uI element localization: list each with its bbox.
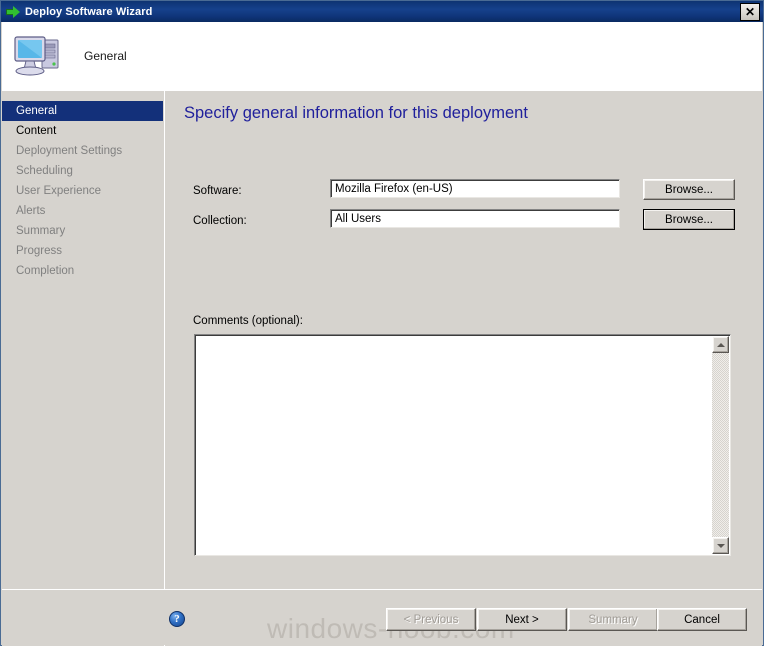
software-input[interactable]: Mozilla Firefox (en-US) — [330, 179, 620, 198]
sidebar-item-completion[interactable]: Completion — [2, 261, 163, 281]
collection-label: Collection: — [193, 215, 247, 227]
collection-input[interactable]: All Users — [330, 209, 620, 228]
wizard-body: General Content Deployment Settings Sche… — [2, 91, 762, 646]
help-icon[interactable]: ? — [169, 611, 185, 627]
page-title: General — [84, 49, 127, 63]
window-title: Deploy Software Wizard — [25, 5, 153, 18]
sidebar-item-alerts[interactable]: Alerts — [2, 201, 163, 221]
sidebar-item-user-experience[interactable]: User Experience — [2, 181, 163, 201]
summary-button[interactable]: Summary — [568, 608, 658, 631]
scroll-up-icon[interactable] — [712, 336, 729, 353]
sidebar-item-scheduling[interactable]: Scheduling — [2, 161, 163, 181]
scroll-down-icon[interactable] — [712, 537, 729, 554]
green-arrow-icon — [5, 4, 21, 20]
comments-scrollbar[interactable] — [712, 336, 729, 554]
wizard-header: General — [2, 22, 762, 90]
comments-label: Comments (optional): — [193, 315, 303, 327]
computer-icon — [12, 31, 68, 81]
sidebar-item-content[interactable]: Content — [2, 121, 163, 141]
content-heading: Specify general information for this dep… — [184, 104, 528, 122]
software-browse-button[interactable]: Browse... — [643, 179, 735, 200]
comments-textarea[interactable] — [194, 334, 731, 556]
wizard-content-pane: Specify general information for this dep… — [165, 91, 762, 646]
title-bar: Deploy Software Wizard ✕ — [1, 1, 763, 22]
sidebar-item-general[interactable]: General — [2, 101, 163, 121]
collection-browse-button[interactable]: Browse... — [643, 209, 735, 230]
software-label: Software: — [193, 185, 242, 197]
sidebar-item-deployment-settings[interactable]: Deployment Settings — [2, 141, 163, 161]
deploy-software-wizard-window: Deploy Software Wizard ✕ General General… — [0, 0, 764, 646]
sidebar-item-summary[interactable]: Summary — [2, 221, 163, 241]
previous-button[interactable]: < Previous — [386, 608, 476, 631]
next-button[interactable]: Next > — [477, 608, 567, 631]
sidebar-item-progress[interactable]: Progress — [2, 241, 163, 261]
cancel-button[interactable]: Cancel — [657, 608, 747, 631]
wizard-step-list: General Content Deployment Settings Sche… — [2, 91, 163, 646]
close-icon[interactable]: ✕ — [740, 2, 760, 21]
